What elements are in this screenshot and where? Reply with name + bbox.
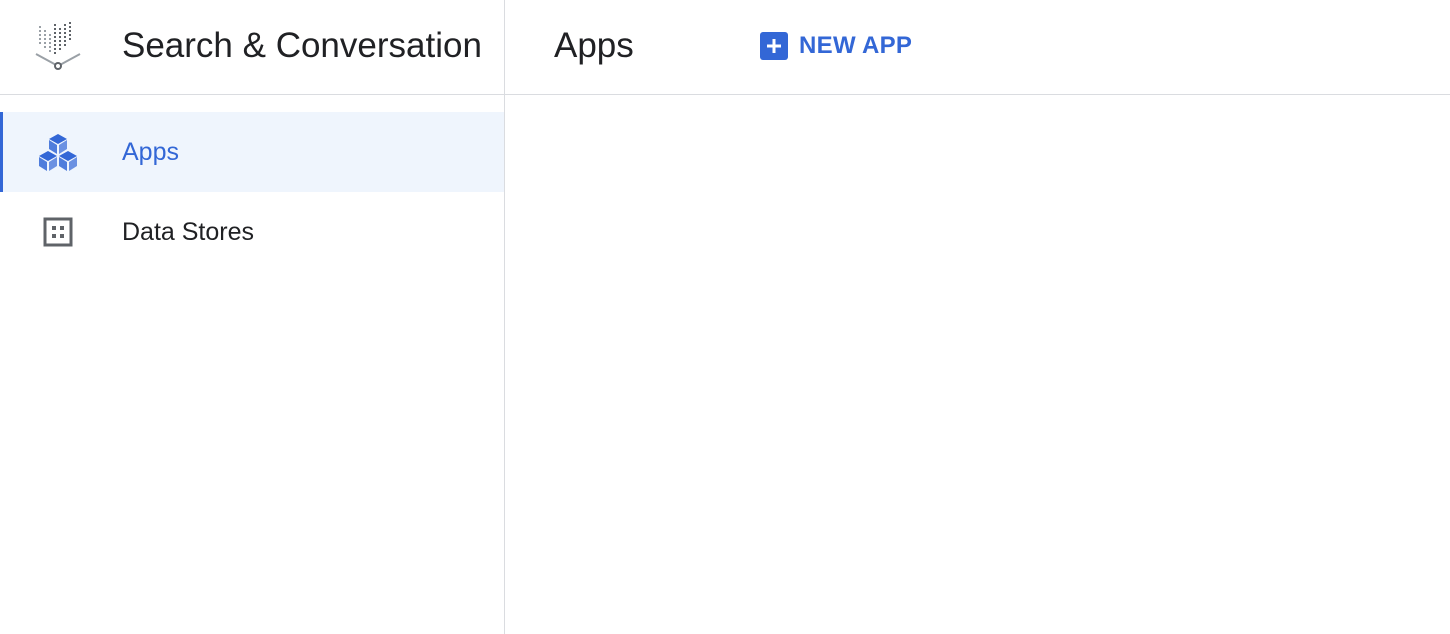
data-store-icon: [38, 212, 78, 252]
plus-box-icon: [760, 32, 788, 60]
sidebar-item-label: Data Stores: [122, 217, 255, 246]
sidebar: Search & Conversation Apps Data Stores: [0, 0, 505, 634]
main-header: Apps NEW APP: [505, 0, 1450, 95]
main-content: [505, 95, 1450, 634]
sidebar-header: Search & Conversation: [0, 0, 504, 95]
new-app-button[interactable]: NEW APP: [760, 30, 912, 62]
sidebar-item-label: Apps: [122, 137, 179, 166]
search-conversation-logo-icon: [35, 22, 81, 70]
cubes-icon: [38, 132, 78, 172]
main-panel: Apps NEW APP: [505, 0, 1450, 634]
app-root: Search & Conversation Apps Data Stores A…: [0, 0, 1450, 634]
sidebar-item-data-stores[interactable]: Data Stores: [0, 192, 504, 272]
sidebar-item-apps[interactable]: Apps: [0, 112, 504, 192]
sidebar-nav: Apps Data Stores: [0, 95, 504, 272]
page-title: Apps: [554, 26, 634, 65]
new-app-label: NEW APP: [799, 32, 913, 59]
product-name: Search & Conversation: [122, 26, 482, 65]
